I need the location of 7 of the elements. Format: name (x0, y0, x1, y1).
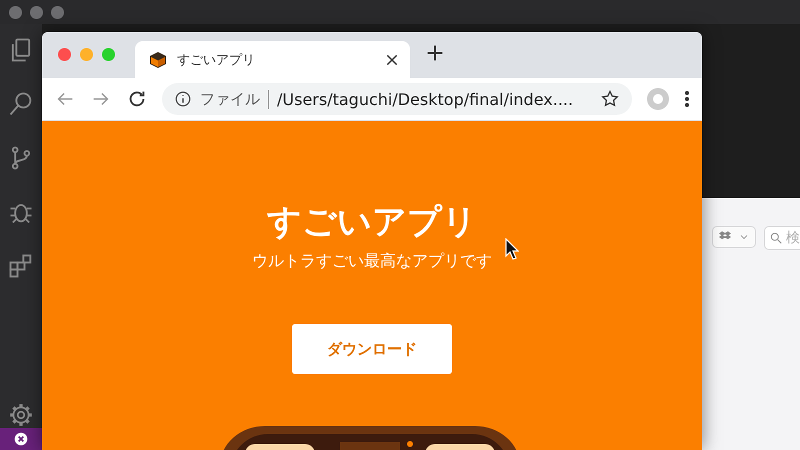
hero-title: すごいアプリ (267, 201, 477, 244)
tab-title: すごいアプリ (177, 52, 256, 68)
scheme-label: ファイル (200, 90, 269, 108)
browser-tab[interactable]: すごいアプリ (135, 41, 410, 78)
hero-subtitle: ウルトラすごい最高なアプリです (252, 251, 492, 272)
address-bar[interactable]: ファイル /Users/taguchi/Desktop/final/index.... (162, 83, 632, 115)
url-text: /Users/taguchi/Desktop/final/index.... (277, 90, 574, 108)
